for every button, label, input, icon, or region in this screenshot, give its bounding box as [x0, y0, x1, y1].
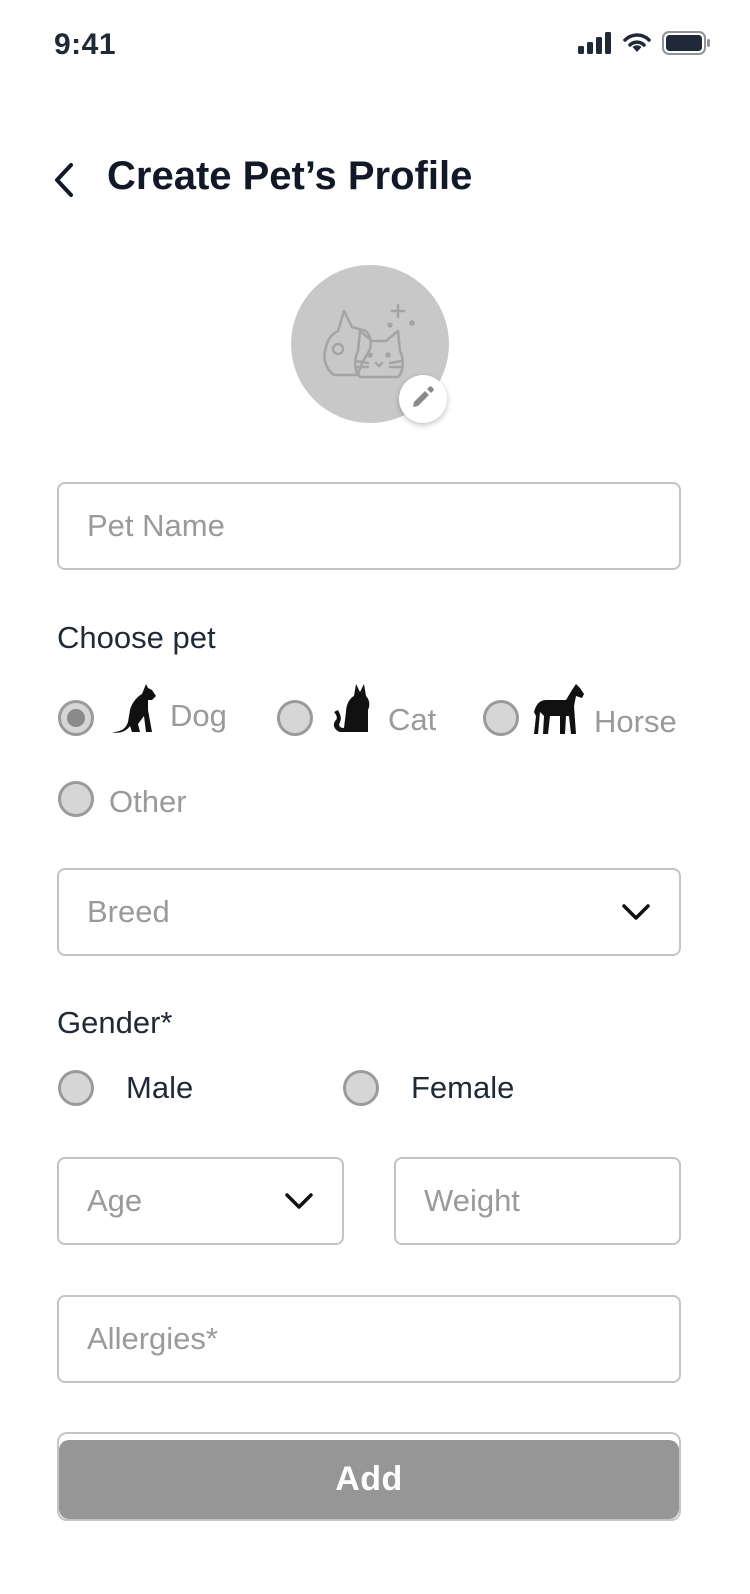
status-icons	[578, 31, 710, 60]
male-label: Male	[126, 1070, 194, 1105]
dog-icon	[108, 680, 158, 739]
signal-icon	[578, 32, 612, 59]
pet-name-input[interactable]	[87, 508, 651, 544]
edit-avatar-button[interactable]	[399, 375, 447, 423]
radio-other-circle[interactable]	[58, 781, 94, 817]
chevron-down-icon	[621, 894, 651, 930]
cat-icon	[330, 680, 374, 739]
allergies-input[interactable]	[87, 1321, 651, 1357]
breed-select[interactable]: Breed	[57, 868, 681, 956]
chevron-down-icon	[284, 1183, 314, 1219]
weight-input[interactable]	[424, 1183, 651, 1219]
radio-dog[interactable]	[58, 700, 94, 736]
pencil-icon	[410, 384, 436, 415]
horse-label: Horse	[594, 704, 677, 739]
wifi-icon	[622, 32, 652, 59]
battery-icon	[662, 31, 710, 60]
pet-name-field[interactable]	[57, 482, 681, 570]
dog-label: Dog	[170, 698, 227, 733]
radio-selected-dot	[67, 709, 85, 727]
radio-male[interactable]	[58, 1070, 94, 1106]
choose-pet-label: Choose pet	[57, 620, 216, 655]
radio-cat-circle[interactable]	[277, 700, 313, 736]
pet-placeholder-icon	[320, 297, 420, 392]
female-label: Female	[411, 1070, 515, 1105]
radio-dog-circle[interactable]	[58, 700, 94, 736]
other-label: Other	[109, 784, 187, 819]
radio-horse-circle[interactable]	[483, 700, 519, 736]
add-button[interactable]: Add	[59, 1440, 679, 1519]
radio-horse[interactable]	[483, 700, 519, 736]
radio-female[interactable]	[343, 1070, 379, 1106]
radio-male-circle[interactable]	[58, 1070, 94, 1106]
page-title: Create Pet’s Profile	[107, 154, 473, 198]
cat-label: Cat	[388, 702, 437, 737]
chevron-left-icon	[53, 162, 75, 203]
age-placeholder: Age	[87, 1183, 143, 1218]
age-select[interactable]: Age	[57, 1157, 344, 1245]
status-time: 9:41	[54, 28, 117, 61]
back-button[interactable]	[44, 160, 84, 204]
breed-placeholder: Breed	[87, 894, 170, 929]
radio-cat[interactable]	[277, 700, 313, 736]
gender-label: Gender*	[57, 1005, 173, 1040]
weight-field[interactable]	[394, 1157, 681, 1245]
horse-icon	[532, 682, 586, 741]
radio-female-circle[interactable]	[343, 1070, 379, 1106]
allergies-field[interactable]	[57, 1295, 681, 1383]
radio-other[interactable]	[58, 781, 94, 817]
